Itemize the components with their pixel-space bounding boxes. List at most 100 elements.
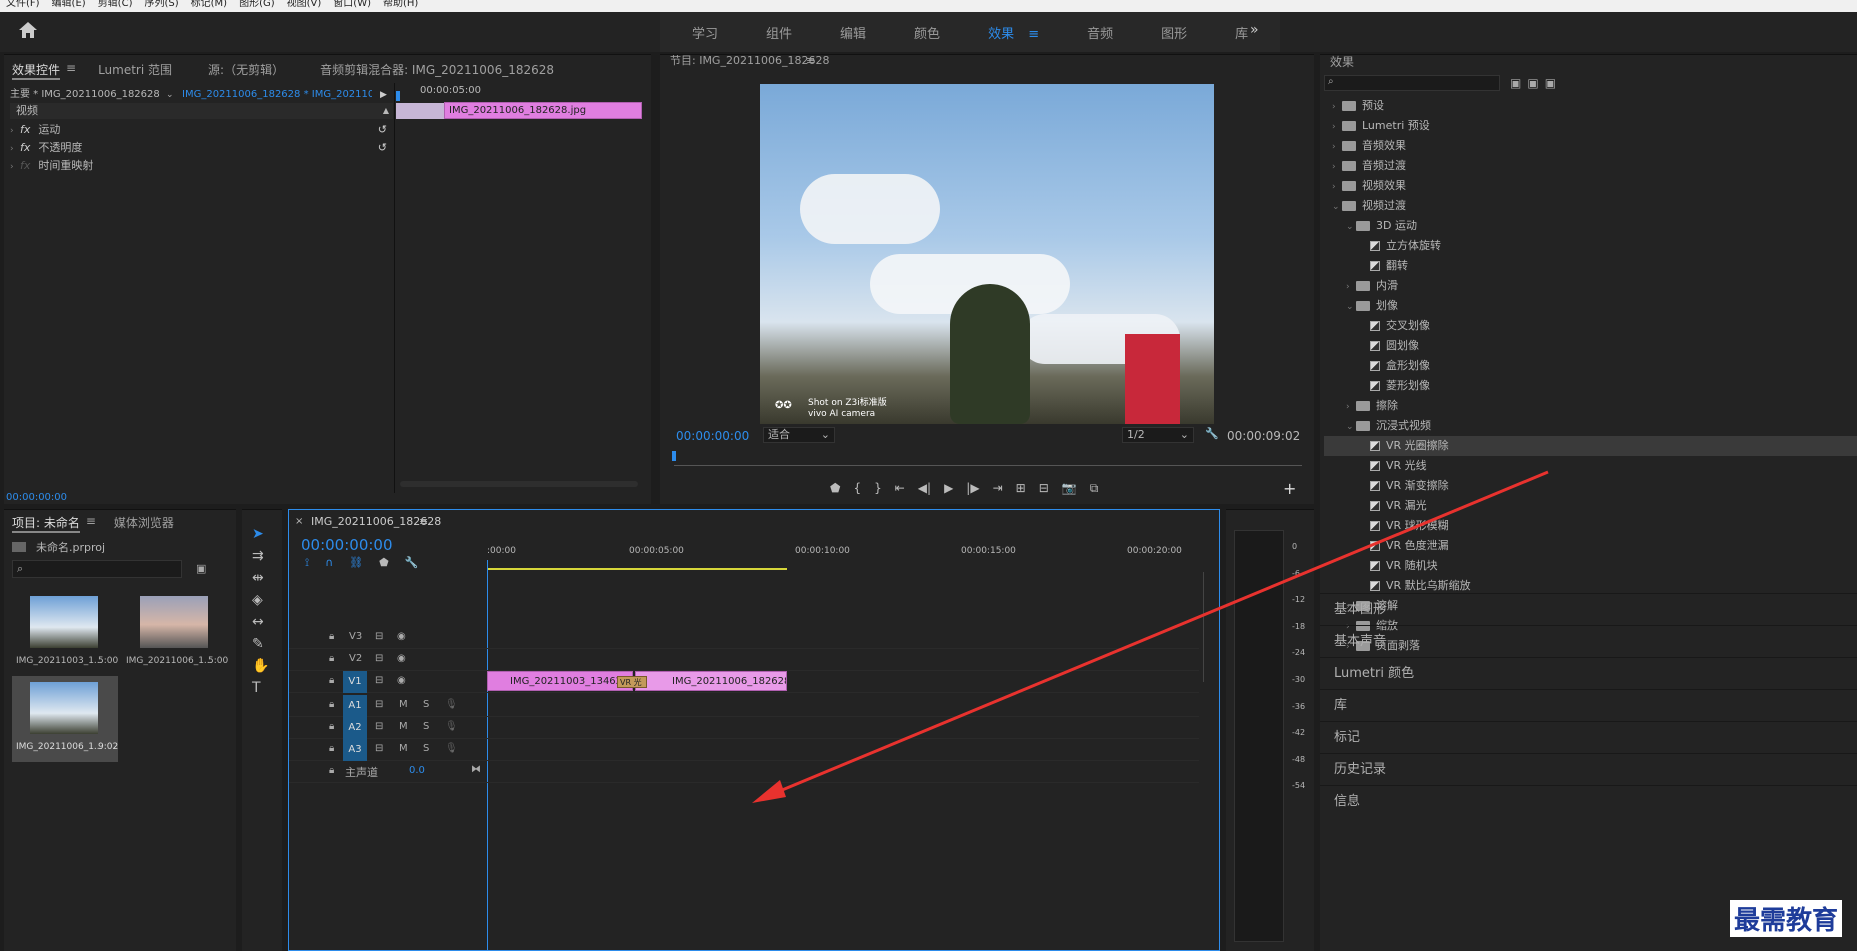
- expand-icon[interactable]: ›: [10, 158, 20, 175]
- lock-icon[interactable]: 🔒︎: [329, 699, 334, 710]
- program-video-frame[interactable]: ✪✪ Shot on Z3i标准版 vivo AI camera: [760, 84, 1214, 424]
- selection-tool-icon[interactable]: ➤: [252, 526, 269, 542]
- lock-icon[interactable]: 🔒︎: [329, 743, 334, 754]
- eye-icon[interactable]: ◉: [397, 653, 406, 664]
- tab-effect-controls[interactable]: 效果控件: [12, 61, 61, 80]
- effect-item[interactable]: VR 光线: [1324, 456, 1857, 476]
- effects-folder[interactable]: › 预设: [1324, 96, 1857, 116]
- resolution-dropdown[interactable]: 1/2 ⌄: [1122, 427, 1194, 443]
- chevron-right-icon[interactable]: ›: [1346, 277, 1356, 296]
- overwrite-icon[interactable]: ⊟: [1039, 481, 1049, 496]
- sync-lock-icon[interactable]: ⊟: [375, 631, 383, 642]
- master-volume[interactable]: 0.0: [409, 765, 425, 776]
- ec-play-arrow-icon[interactable]: ▶: [380, 85, 387, 105]
- effects-folder[interactable]: › 擦除: [1324, 396, 1857, 416]
- panel-info[interactable]: 信息: [1320, 785, 1857, 817]
- timeline-ruler[interactable]: :00:00 00:00:05:00 00:00:10:00 00:00:15:…: [487, 546, 1197, 570]
- mute-button[interactable]: M: [399, 743, 408, 754]
- reset-icon[interactable]: ↺: [378, 121, 387, 139]
- effects-search-input[interactable]: ⌕: [1324, 75, 1500, 91]
- chevron-down-icon[interactable]: ⌄: [1332, 197, 1342, 216]
- ec-dropdown-icon[interactable]: ⌄: [166, 90, 174, 100]
- ws-menu-icon[interactable]: ≡: [1028, 27, 1039, 42]
- sync-lock-icon[interactable]: ⊟: [375, 675, 383, 686]
- menu-view[interactable]: 视图(V): [287, 0, 322, 9]
- clip-2[interactable]: IMG_20211006_182628.jpg: [635, 671, 787, 691]
- effect-item[interactable]: VR 随机块: [1324, 556, 1857, 576]
- tab-audio-clip-mixer[interactable]: 音频剪辑混合器: IMG_20211006_182628: [320, 61, 554, 80]
- accelerated-effects-icon[interactable]: ▣: [1510, 76, 1521, 90]
- chevron-down-icon[interactable]: ⌄: [1346, 217, 1356, 236]
- menu-file[interactable]: 文件(F): [6, 0, 40, 9]
- project-item[interactable]: IMG_20211003_1... 5:00: [12, 590, 118, 676]
- menu-help[interactable]: 帮助(H): [383, 0, 418, 9]
- step-forward-icon[interactable]: |▶: [966, 481, 979, 496]
- mute-button[interactable]: M: [399, 699, 408, 710]
- lock-icon[interactable]: 🔒︎: [329, 765, 334, 776]
- panel-libraries[interactable]: 库: [1320, 689, 1857, 721]
- go-to-out-icon[interactable]: ⇥: [993, 481, 1003, 496]
- menu-sequence[interactable]: 序列(S): [144, 0, 178, 9]
- type-tool-icon[interactable]: T: [252, 680, 269, 696]
- solo-button[interactable]: S: [423, 699, 429, 710]
- menu-window[interactable]: 窗口(W): [333, 0, 371, 9]
- chevron-right-icon[interactable]: ›: [1346, 397, 1356, 416]
- sync-lock-icon[interactable]: ⊟: [375, 699, 383, 710]
- ec-tab-menu-icon[interactable]: ≡: [66, 61, 76, 80]
- solo-button[interactable]: S: [423, 721, 429, 732]
- eye-icon[interactable]: ◉: [397, 675, 406, 686]
- mark-out-icon[interactable]: }: [874, 481, 882, 496]
- ec-prop-opacity[interactable]: › fx 不透明度 ↺: [10, 139, 393, 157]
- compare-icon[interactable]: ⧉: [1090, 481, 1099, 496]
- menu-marker[interactable]: 标记(M): [191, 0, 227, 9]
- ec-master-clip[interactable]: 主要 * IMG_20211006_182628.jpg: [10, 85, 160, 105]
- timeline-menu-icon[interactable]: ≡: [419, 515, 428, 528]
- effects-folder[interactable]: ⌄ 视频过渡: [1324, 196, 1857, 216]
- effects-title[interactable]: 效果: [1330, 53, 1354, 70]
- lock-icon[interactable]: 🔒︎: [329, 653, 334, 664]
- sync-lock-icon[interactable]: ⊟: [375, 743, 383, 754]
- ec-collapse-icon[interactable]: ▲: [383, 103, 389, 119]
- effect-item[interactable]: 立方体旋转: [1324, 236, 1857, 256]
- ws-assembly[interactable]: 组件: [766, 23, 792, 42]
- project-item-selected[interactable]: IMG_20211006_1... 9:02: [12, 676, 118, 762]
- expand-icon[interactable]: ›: [10, 140, 20, 157]
- play-icon[interactable]: ▶: [944, 481, 953, 496]
- ws-graphics[interactable]: 图形: [1161, 23, 1187, 42]
- effect-item[interactable]: 菱形划像: [1324, 376, 1857, 396]
- work-area-bar[interactable]: [487, 568, 787, 570]
- ec-prop-time-remap[interactable]: › fx 时间重映射: [10, 157, 393, 175]
- wrench-icon[interactable]: 🔧: [1205, 427, 1219, 440]
- effect-item[interactable]: VR 色度泄漏: [1324, 536, 1857, 556]
- tab-source[interactable]: 源:（无剪辑）: [208, 61, 284, 80]
- program-scrub-bar[interactable]: [674, 465, 1302, 466]
- ws-more-icon[interactable]: »: [1250, 22, 1259, 38]
- effect-item[interactable]: VR 渐变擦除: [1324, 476, 1857, 496]
- effects-folder[interactable]: ⌄ 划像: [1324, 296, 1857, 316]
- ws-libraries[interactable]: 库: [1235, 23, 1248, 42]
- ec-current-time[interactable]: 00:00:00:00: [6, 492, 67, 503]
- tab-media-browser[interactable]: 媒体浏览器: [114, 514, 174, 533]
- menu-clip[interactable]: 剪辑(C): [98, 0, 133, 9]
- program-timecode[interactable]: 00:00:00:00: [676, 429, 749, 443]
- chevron-right-icon[interactable]: ›: [1332, 137, 1342, 156]
- home-icon[interactable]: [18, 21, 38, 39]
- fit-dropdown[interactable]: 适合 ⌄: [763, 427, 835, 443]
- 32bit-effects-icon[interactable]: ▣: [1527, 76, 1538, 90]
- ec-playhead[interactable]: [396, 91, 400, 101]
- add-button-icon[interactable]: +: [1283, 479, 1296, 498]
- razor-icon[interactable]: ◈: [252, 592, 269, 608]
- effects-folder[interactable]: › 音频效果: [1324, 136, 1857, 156]
- ws-editing[interactable]: 编辑: [840, 23, 866, 42]
- reset-icon[interactable]: ↺: [378, 139, 387, 157]
- panel-essential-graphics[interactable]: 基本图形: [1320, 593, 1857, 625]
- slip-icon[interactable]: ↔: [252, 614, 269, 630]
- ec-clip-bar[interactable]: IMG_20211006_182628.jpg: [444, 102, 642, 119]
- clip-1[interactable]: IMG_20211003_134626.jpg: [487, 671, 633, 691]
- effects-folder[interactable]: ⌄ 3D 运动: [1324, 216, 1857, 236]
- timeline-video-scrollbar[interactable]: [1199, 572, 1209, 682]
- eye-icon[interactable]: ◉: [397, 631, 406, 642]
- nest-icon[interactable]: ⟟: [305, 556, 309, 570]
- mic-icon[interactable]: 🎙︎: [445, 699, 458, 710]
- ec-zoom-scrollbar[interactable]: [400, 481, 638, 487]
